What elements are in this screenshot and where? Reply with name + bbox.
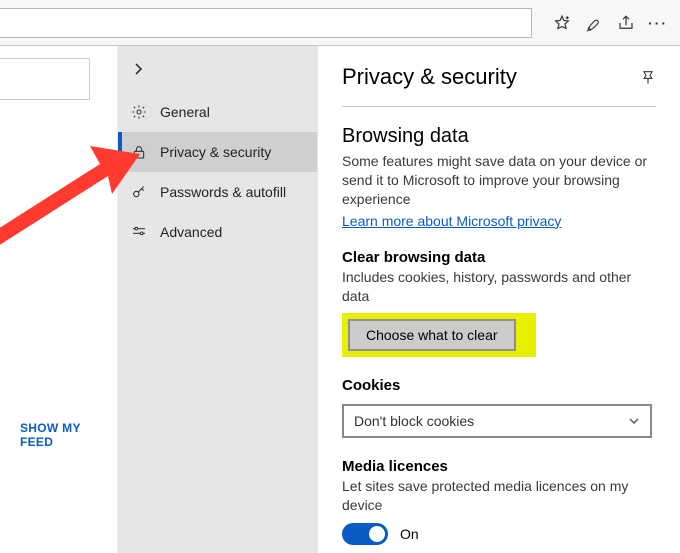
sidebar-item-privacy-security[interactable]: Privacy & security bbox=[118, 132, 317, 172]
search-box-partial[interactable] bbox=[0, 58, 90, 100]
sidebar-item-label: General bbox=[160, 104, 210, 120]
settings-detail-panel: Privacy & security Browsing data Some fe… bbox=[318, 46, 680, 553]
panel-title: Privacy & security bbox=[342, 64, 517, 90]
address-bar[interactable] bbox=[0, 8, 532, 38]
sidebar-item-label: Passwords & autofill bbox=[160, 184, 286, 200]
favorites-icon[interactable] bbox=[548, 9, 576, 37]
settings-sidebar: General Privacy & security Passwords & a… bbox=[118, 46, 318, 553]
clear-browsing-heading: Clear browsing data bbox=[342, 249, 656, 266]
cookies-selected-value: Don't block cookies bbox=[354, 413, 474, 429]
clear-browsing-desc: Includes cookies, history, passwords and… bbox=[342, 268, 656, 306]
browsing-data-desc: Some features might save data on your de… bbox=[342, 152, 656, 209]
choose-what-to-clear-button[interactable]: Choose what to clear bbox=[348, 319, 516, 351]
sidebar-item-label: Advanced bbox=[160, 224, 222, 240]
sidebar-item-passwords-autofill[interactable]: Passwords & autofill bbox=[118, 172, 317, 212]
cookies-dropdown[interactable]: Don't block cookies bbox=[342, 404, 652, 438]
page-content-left: SHOW MY FEED bbox=[0, 46, 118, 553]
sidebar-item-label: Privacy & security bbox=[160, 144, 271, 160]
learn-more-privacy-link[interactable]: Learn more about Microsoft privacy bbox=[342, 213, 561, 229]
media-licences-heading: Media licences bbox=[342, 458, 656, 475]
toggle-state-label: On bbox=[400, 526, 419, 542]
share-icon[interactable] bbox=[612, 9, 640, 37]
back-chevron-icon[interactable] bbox=[118, 46, 158, 92]
key-icon bbox=[130, 183, 148, 201]
pin-icon[interactable] bbox=[640, 69, 656, 85]
sidebar-item-advanced[interactable]: Advanced bbox=[118, 212, 317, 252]
media-licences-desc: Let sites save protected media licences … bbox=[342, 477, 656, 515]
browsing-data-heading: Browsing data bbox=[342, 125, 656, 148]
gear-icon bbox=[130, 103, 148, 121]
top-action-icons: ··· bbox=[532, 9, 680, 37]
top-toolbar: ··· bbox=[0, 0, 680, 46]
reading-list-icon[interactable] bbox=[580, 9, 608, 37]
highlight-annotation: Choose what to clear bbox=[342, 313, 536, 357]
sidebar-item-general[interactable]: General bbox=[118, 92, 317, 132]
media-licences-toggle[interactable] bbox=[342, 523, 388, 545]
chevron-down-icon bbox=[628, 415, 640, 427]
sliders-icon bbox=[130, 223, 148, 241]
lock-icon bbox=[130, 143, 148, 161]
more-icon[interactable]: ··· bbox=[644, 9, 672, 37]
cookies-heading: Cookies bbox=[342, 377, 656, 394]
show-my-feed-link[interactable]: SHOW MY FEED bbox=[20, 421, 117, 449]
